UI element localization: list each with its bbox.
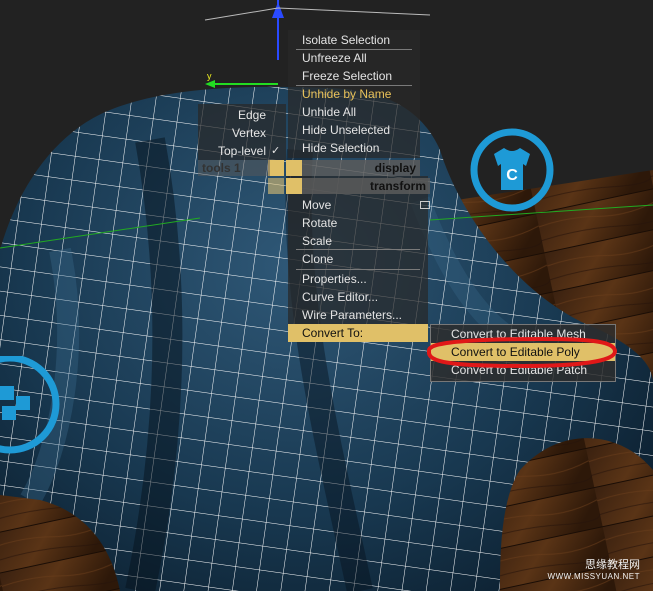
menu-item-move[interactable]: Move xyxy=(288,196,428,214)
menu-item-scale[interactable]: Scale xyxy=(288,232,428,250)
menu-item-wire-parameters[interactable]: Wire Parameters... xyxy=(288,306,428,324)
menu-item-isolate-selection[interactable]: Isolate Selection xyxy=(288,31,420,49)
level-item-vertex[interactable]: Vertex xyxy=(198,124,266,142)
tshirt-badge-letter: C xyxy=(506,167,518,184)
menu-item-curve-editor[interactable]: Curve Editor... xyxy=(288,288,428,306)
transform-header: transform xyxy=(302,178,430,194)
watermark-line2: WWW.MISSYUAN.NET xyxy=(547,572,640,581)
menu-item-properties[interactable]: Properties... xyxy=(288,270,428,288)
cubes-icon xyxy=(0,386,30,420)
menu-item-unfreeze-all[interactable]: Unfreeze All xyxy=(288,49,420,67)
menu-separator xyxy=(296,249,420,250)
menu-item-clone[interactable]: Clone xyxy=(288,250,428,268)
menu-item-hide-unselected[interactable]: Hide Unselected xyxy=(288,121,420,139)
menu-item-convert-to[interactable]: Convert To: xyxy=(288,324,428,342)
tools1-header: tools 1 xyxy=(198,160,270,176)
viewport[interactable]: y tools 1 display transform Convert to E… xyxy=(0,0,653,591)
watermark: 思缘教程网 WWW.MISSYUAN.NET xyxy=(540,556,640,581)
quad-tab-display[interactable] xyxy=(286,160,302,176)
menu-separator xyxy=(296,85,412,86)
level-item-top-level[interactable]: Top-level xyxy=(198,142,266,160)
check-icon: ✓ xyxy=(271,145,281,157)
display-header: display xyxy=(302,160,420,176)
menu-item-freeze-selection[interactable]: Freeze Selection xyxy=(288,67,420,85)
cubes-badge xyxy=(0,356,60,454)
quad-tab-tools2[interactable] xyxy=(268,178,284,194)
menu-item-hide-selection[interactable]: Hide Selection xyxy=(288,139,420,157)
menu-separator xyxy=(296,49,412,50)
menu-item-unhide-all[interactable]: Unhide All xyxy=(288,103,420,121)
tshirt-badge: C xyxy=(470,128,554,212)
gizmo-y-label: y xyxy=(207,71,212,81)
menu-item-rotate[interactable]: Rotate xyxy=(288,214,428,232)
level-item-edge[interactable]: Edge xyxy=(198,106,266,124)
annotation-circle xyxy=(427,336,617,369)
menu-item-unhide-by-name[interactable]: Unhide by Name xyxy=(288,85,420,103)
menu-separator xyxy=(296,269,420,270)
quad-tab-transform[interactable] xyxy=(286,178,302,194)
watermark-line1: 思缘教程网 xyxy=(585,559,640,571)
quad-tab-tools1[interactable] xyxy=(268,160,284,176)
